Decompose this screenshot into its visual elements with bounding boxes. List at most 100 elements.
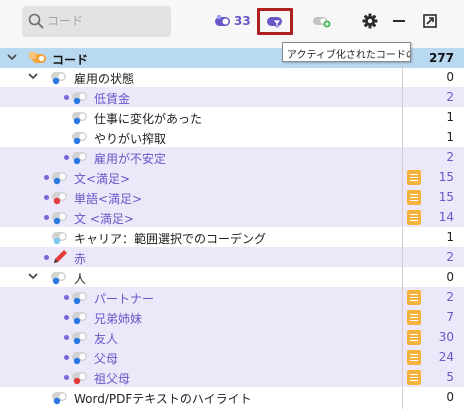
memo-icon[interactable] <box>407 350 421 365</box>
new-code-button[interactable] <box>312 10 332 32</box>
code-label: Word/PDFテキストのハイライト <box>74 392 252 406</box>
pen-icon[interactable] <box>51 249 71 268</box>
code-icon[interactable] <box>51 389 71 408</box>
chevron-down-icon[interactable] <box>27 70 39 85</box>
activated-dot-icon <box>64 95 69 100</box>
code-count: 0 <box>446 390 454 404</box>
code-count: 1 <box>446 110 454 124</box>
column-divider <box>402 48 403 409</box>
code-row-siblings[interactable]: 兄弟姉妹 7 <box>0 307 464 327</box>
code-icon[interactable] <box>71 309 91 328</box>
code-row-red[interactable]: 赤2 <box>0 247 464 267</box>
activated-dot-icon <box>44 215 49 220</box>
activated-codes-count: 33 <box>234 14 251 28</box>
code-count: 2 <box>446 250 454 264</box>
code-label: 赤 <box>74 252 87 266</box>
code-count: 1 <box>446 230 454 244</box>
code-row-friend[interactable]: 友人 30 <box>0 327 464 347</box>
code-count: 1 <box>446 130 454 144</box>
activated-dot-icon <box>64 295 69 300</box>
gear-icon <box>362 13 378 29</box>
code-icon[interactable] <box>51 229 71 248</box>
code-icon[interactable] <box>71 129 91 148</box>
activated-dot-icon <box>44 255 49 260</box>
code-count: 0 <box>446 70 454 84</box>
show-activated-only-button[interactable] <box>257 8 293 35</box>
code-count: 5 <box>446 370 454 384</box>
activated-dot-icon <box>64 375 69 380</box>
activated-dot-icon <box>64 355 69 360</box>
code-label: 雇用の状態 <box>74 72 135 86</box>
search-box[interactable] <box>22 6 171 37</box>
code-label: パートナー <box>94 292 155 306</box>
activated-dot-icon <box>64 315 69 320</box>
code-row-word-satisfaction[interactable]: 単語<満足> 15 <box>0 187 464 207</box>
search-icon <box>28 13 44 29</box>
code-row-low-wage[interactable]: 低賃金 2 <box>0 87 464 107</box>
code-icon[interactable] <box>71 349 91 368</box>
code-row-career-coding[interactable]: キャリア：範囲選択でのコーデング 1 <box>0 227 464 247</box>
code-label: キャリア：範囲選択でのコーデング <box>74 232 267 246</box>
activated-dot-icon <box>64 335 69 340</box>
memo-icon[interactable] <box>407 170 421 185</box>
code-label: 単語<満足> <box>74 192 143 206</box>
code-icon[interactable] <box>51 169 71 188</box>
code-row-job-change[interactable]: 仕事に変化があった 1 <box>0 107 464 127</box>
activated-codes-button[interactable]: 33 <box>214 10 251 32</box>
code-count: 0 <box>446 270 454 284</box>
minus-icon <box>393 20 405 22</box>
code-label: コード <box>52 53 89 67</box>
code-row-koyou-status[interactable]: 雇用の状態 0 <box>0 67 464 87</box>
toolbar: 33 <box>0 0 464 46</box>
memo-icon[interactable] <box>407 330 421 345</box>
code-label: 人 <box>74 272 87 286</box>
code-label: 文 <満足> <box>74 212 134 226</box>
code-icon[interactable] <box>50 69 70 88</box>
code-label: 兄弟姉妹 <box>94 312 143 326</box>
code-tree[interactable]: コード 277 雇用の状態 0 低賃金 2 仕事に変化があった 1 やりがい搾取 1 雇用が不安定 2… <box>0 48 464 409</box>
memo-icon[interactable] <box>407 370 421 385</box>
chevron-down-icon[interactable] <box>27 270 39 285</box>
code-row-grandparents[interactable]: 祖父母 5 <box>0 367 464 387</box>
memo-icon[interactable] <box>407 190 421 205</box>
memo-icon[interactable] <box>407 290 421 305</box>
code-icon[interactable] <box>71 289 91 308</box>
code-row-word-pdf-highlight[interactable]: Word/PDFテキストのハイライト 0 <box>0 387 464 407</box>
code-icon[interactable] <box>71 109 91 128</box>
code-count: 15 <box>438 190 454 204</box>
search-input[interactable] <box>47 12 165 30</box>
popout-button[interactable] <box>423 10 437 32</box>
activated-dot-icon <box>64 155 69 160</box>
code-label: 父母 <box>94 352 119 366</box>
code-row-exploitation[interactable]: やりがい搾取 1 <box>0 127 464 147</box>
code-label: 低賃金 <box>94 92 131 106</box>
memo-icon[interactable] <box>407 210 421 225</box>
code-count: 30 <box>438 330 454 344</box>
code-row-person[interactable]: 人0 <box>0 267 464 287</box>
filter-code-icon <box>267 17 282 28</box>
memo-icon[interactable] <box>407 310 421 325</box>
collapse-button[interactable] <box>392 10 406 32</box>
code-row-partner[interactable]: パートナー 2 <box>0 287 464 307</box>
tooltip: アクティブ化されたコードのみ <box>282 42 411 62</box>
activated-dot-icon <box>44 175 49 180</box>
chevron-down-icon[interactable] <box>6 51 18 66</box>
add-code-icon <box>313 17 331 28</box>
code-row-sentence-satisfaction-2[interactable]: 文 <満足> 14 <box>0 207 464 227</box>
code-row-unstable[interactable]: 雇用が不安定 2 <box>0 147 464 167</box>
code-label: 雇用が不安定 <box>94 152 167 166</box>
code-icon[interactable] <box>71 89 91 108</box>
code-label: 文<満足> <box>74 172 131 186</box>
code-count: 15 <box>438 170 454 184</box>
settings-button[interactable] <box>362 10 378 32</box>
code-icon[interactable] <box>71 149 91 168</box>
code-count: 2 <box>446 90 454 104</box>
code-count: 277 <box>428 51 454 65</box>
code-icon[interactable] <box>50 269 70 288</box>
code-icon[interactable] <box>71 369 91 388</box>
code-row-sentence-satisfaction[interactable]: 文<満足> 15 <box>0 167 464 187</box>
code-icon[interactable] <box>51 209 71 228</box>
code-row-parents[interactable]: 父母 24 <box>0 347 464 367</box>
code-icon[interactable] <box>51 189 71 208</box>
code-icon[interactable] <box>71 329 91 348</box>
